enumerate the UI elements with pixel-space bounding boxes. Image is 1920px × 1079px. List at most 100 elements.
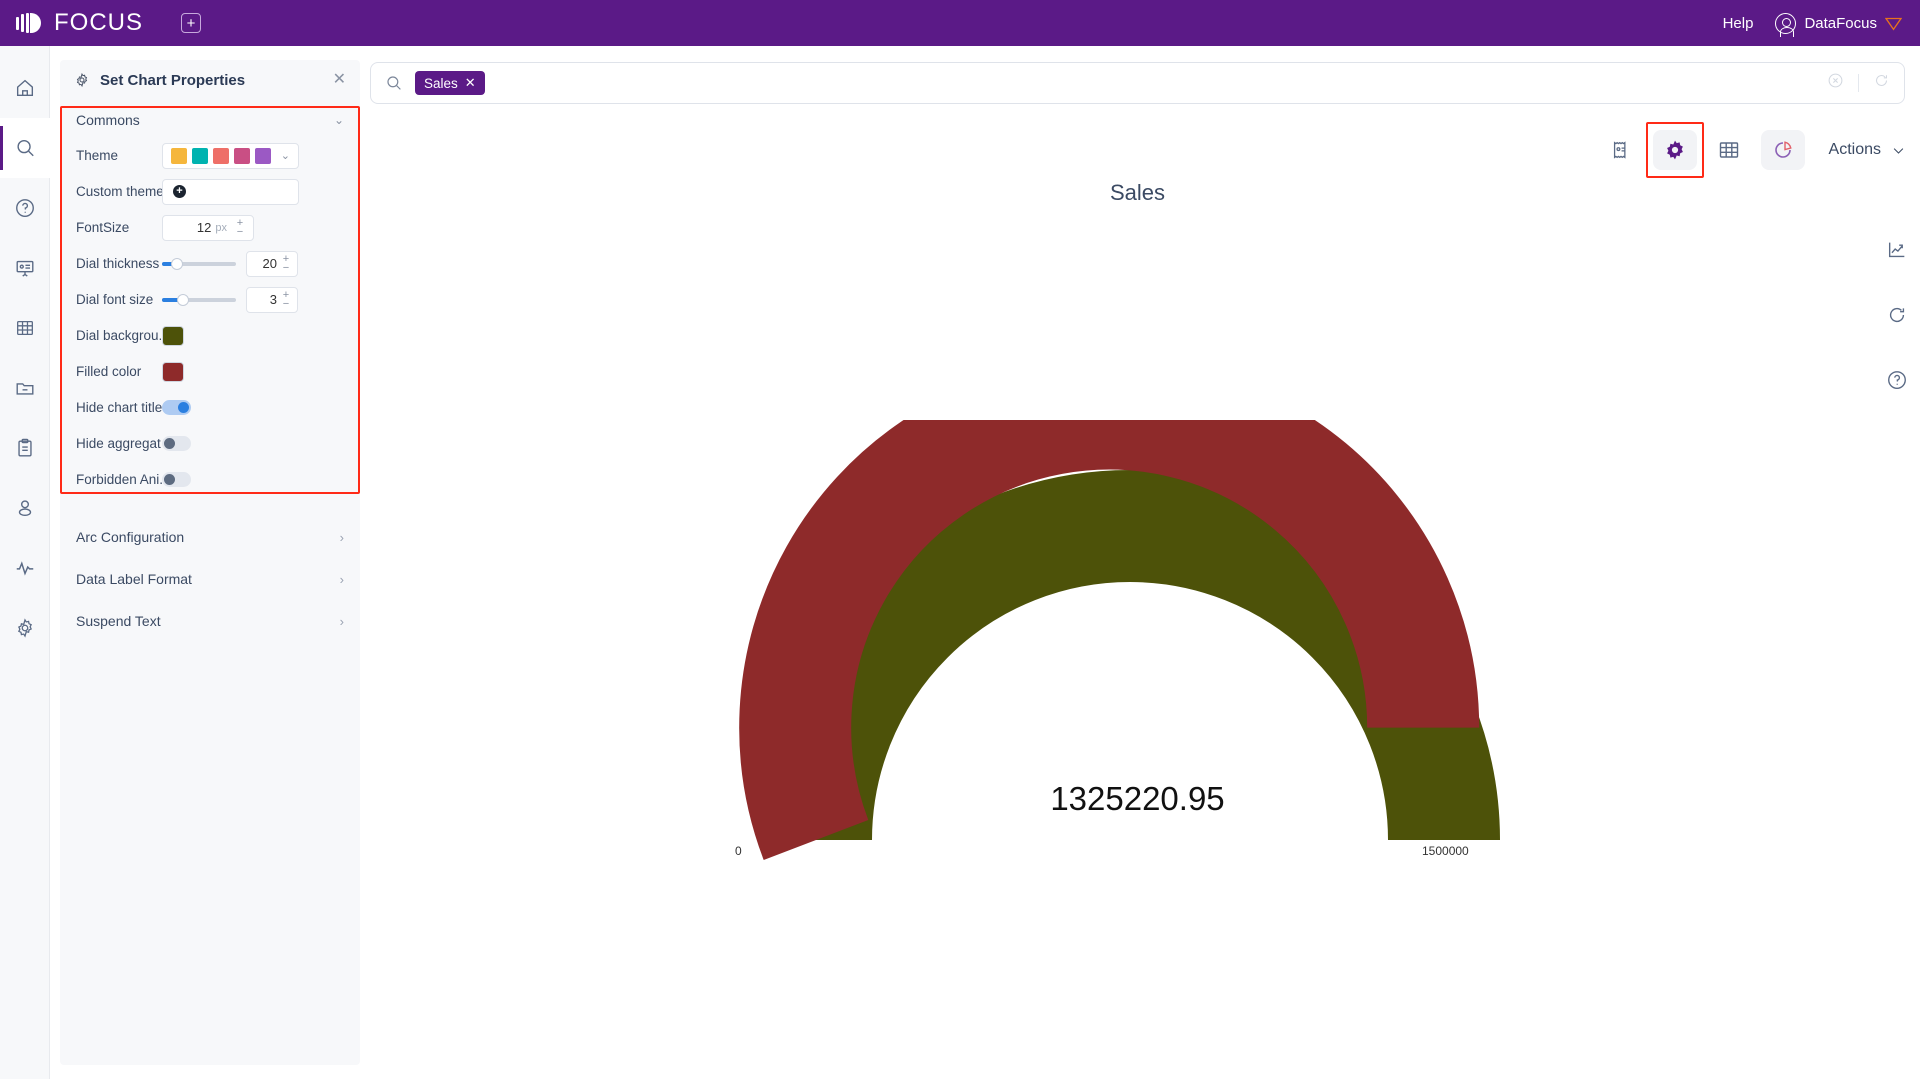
sidebar-item-search[interactable]: [0, 118, 50, 178]
row-hide-aggregate-label: Hide aggregat...: [76, 436, 162, 451]
search-token-label: Sales: [424, 75, 458, 91]
search-token-sales[interactable]: Sales ✕: [415, 71, 485, 95]
user-icon: [18, 500, 31, 517]
row-dial-thickness-label: Dial thickness: [76, 256, 160, 271]
help-link[interactable]: Help: [1723, 15, 1754, 32]
chevron-down-icon: ⌄: [280, 150, 290, 162]
divider: [1858, 74, 1859, 92]
sidebar-item-presentation[interactable]: [0, 238, 50, 298]
theme-select[interactable]: ⌄: [162, 142, 299, 169]
table-grid-icon: [1719, 142, 1738, 158]
plus-square-icon[interactable]: +: [181, 13, 201, 33]
brand-logo[interactable]: FOCUS: [16, 9, 143, 37]
plus-circle-icon[interactable]: +: [173, 185, 186, 198]
search-bar[interactable]: Sales ✕: [370, 62, 1905, 104]
row-filled-color-label: Filled color: [76, 364, 142, 379]
pulse-icon: [16, 561, 33, 576]
dial-font-size-value: 3: [269, 292, 277, 307]
chart-title: Sales: [1109, 180, 1166, 205]
ticket-icon[interactable]: [1599, 130, 1643, 170]
row-custom-theme: Custom theme +: [60, 176, 360, 207]
dial-background-color-swatch[interactable]: [162, 325, 184, 346]
focus-logo-icon: [16, 10, 46, 36]
section-suspend-text[interactable]: Suspend Text ›: [60, 600, 360, 642]
dial-thickness-value: 20: [262, 256, 277, 271]
custom-theme-field[interactable]: +: [162, 178, 299, 205]
theme-swatch-3: [213, 147, 229, 164]
row-custom-theme-label: Custom theme: [76, 184, 162, 199]
refresh-icon[interactable]: [1882, 300, 1912, 330]
row-dial-font-size-label: Dial font size: [76, 292, 154, 307]
user-menu[interactable]: DataFocus: [1775, 12, 1902, 37]
sidebar-item-settings[interactable]: [0, 598, 50, 658]
sidebar-item-help[interactable]: [0, 178, 50, 238]
actions-dropdown[interactable]: Actions: [1829, 141, 1906, 159]
trend-chart-icon[interactable]: [1882, 235, 1912, 265]
dial-font-size-input[interactable]: 3 + −: [246, 286, 298, 313]
font-size-stepper[interactable]: + −: [233, 217, 247, 237]
search-icon: [16, 139, 34, 157]
close-icon[interactable]: ✕: [333, 72, 346, 88]
close-icon[interactable]: ✕: [465, 75, 476, 91]
row-hide-chart-title-label: Hide chart title: [76, 400, 162, 415]
user-name: DataFocus: [1804, 14, 1877, 32]
forbidden-animation-toggle[interactable]: [162, 472, 191, 487]
dial-font-size-slider[interactable]: [162, 293, 236, 306]
stepper-down[interactable]: −: [233, 226, 247, 237]
sidebar-item-home[interactable]: [0, 58, 50, 118]
stepper-down[interactable]: −: [279, 298, 293, 309]
theme-swatch-1: [171, 147, 187, 164]
row-hide-chart-title: Hide chart title: [60, 392, 360, 423]
sidebar-item-table[interactable]: [0, 298, 50, 358]
row-dial-background-label: Dial backgrou...: [76, 328, 162, 343]
section-commons-label: Commons: [76, 112, 140, 128]
row-font-size-label: FontSize: [76, 220, 130, 235]
sidebar-item-user[interactable]: [0, 478, 50, 538]
right-edge-tools: [1882, 235, 1912, 395]
folder-minus-icon: [16, 383, 33, 395]
dial-thickness-stepper[interactable]: + −: [279, 253, 293, 273]
section-data-label-format[interactable]: Data Label Format ›: [60, 558, 360, 600]
theme-swatch-4: [234, 147, 250, 164]
panel-header: Set Chart Properties ✕: [60, 60, 360, 100]
sidebar-item-clipboard[interactable]: [0, 418, 50, 478]
gauge-max-label: 1500000: [1422, 844, 1469, 858]
clipboard-icon: [17, 438, 32, 457]
row-filled-color: Filled color: [60, 356, 360, 387]
avatar: [1775, 12, 1797, 37]
chart-properties-panel: Set Chart Properties ✕ Commons ⌄ Theme ⌄…: [60, 60, 360, 1065]
row-forbidden-animation: Forbidden Ani...: [60, 464, 360, 495]
clear-circle-icon[interactable]: [1827, 72, 1844, 94]
dial-font-size-stepper[interactable]: + −: [279, 289, 293, 309]
row-dial-background: Dial backgrou...: [60, 320, 360, 351]
font-size-input[interactable]: 12 px + −: [162, 214, 254, 241]
page-title: Set Chart Properties: [100, 71, 246, 89]
dial-thickness-input[interactable]: 20 + −: [246, 250, 298, 277]
row-theme-label: Theme: [76, 148, 119, 163]
chart-type-button[interactable]: [1760, 130, 1805, 170]
gear-icon: [1666, 140, 1683, 160]
section-commons[interactable]: Commons ⌄: [60, 100, 360, 140]
chevron-right-icon: ›: [339, 529, 344, 545]
table-view-button[interactable]: [1707, 130, 1751, 170]
theme-swatch-2: [192, 147, 208, 164]
question-circle-icon[interactable]: [1882, 365, 1912, 395]
filled-color-swatch[interactable]: [162, 361, 184, 382]
refresh-icon[interactable]: [1873, 72, 1890, 94]
chart-toolbar: Actions: [1599, 122, 1906, 178]
hide-aggregate-toggle[interactable]: [162, 436, 191, 451]
section-suspend-text-label: Suspend Text: [76, 613, 161, 629]
row-dial-thickness: Dial thickness 20 + −: [60, 248, 360, 279]
dial-thickness-slider[interactable]: [162, 257, 236, 270]
hide-chart-title-toggle[interactable]: [162, 400, 191, 415]
top-bar: FOCUS + Help DataFocus: [0, 0, 1920, 46]
sidebar-item-folder[interactable]: [0, 358, 50, 418]
search-icon: [385, 74, 403, 92]
actions-label: Actions: [1828, 141, 1881, 158]
brand-name: FOCUS: [54, 9, 143, 36]
section-data-label-format-label: Data Label Format: [76, 571, 192, 587]
sidebar-item-activity[interactable]: [0, 538, 50, 598]
stepper-down[interactable]: −: [279, 262, 293, 273]
chart-settings-button[interactable]: [1645, 122, 1704, 178]
section-arc-configuration[interactable]: Arc Configuration ›: [60, 516, 360, 558]
